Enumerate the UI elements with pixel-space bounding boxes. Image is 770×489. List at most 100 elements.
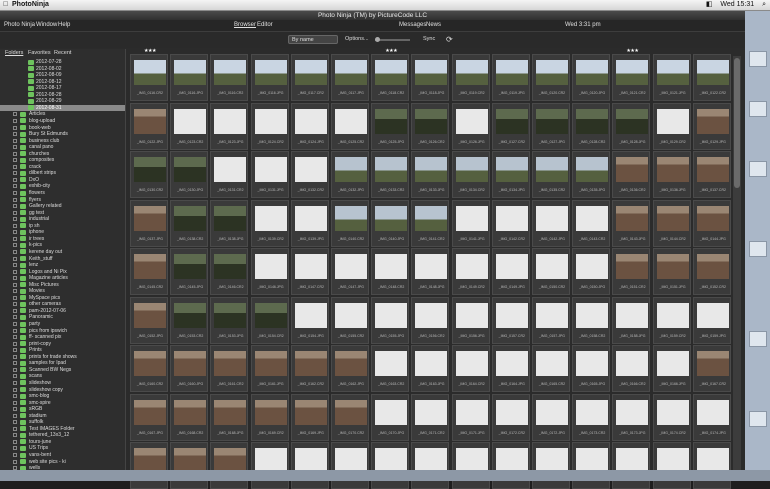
thumbnail-cell[interactable]: _IMG_0159.JPG [692,296,731,344]
thumbnail-cell[interactable]: _IMG_0141.JPG [451,199,490,247]
photo-thumbnail[interactable] [254,157,287,182]
thumbnail-cell[interactable]: _IMG_0129.JPG [692,102,731,150]
thumbnail-cell[interactable]: _IMG_0119.JPG [491,54,530,101]
photo-thumbnail[interactable] [174,60,207,85]
folder-tree-item[interactable]: web site pics - ki [0,459,125,465]
thumbnail-cell[interactable]: _IMG_0165.CR2 [532,345,570,392]
folder-tree-item[interactable]: Prints [0,347,125,353]
photo-thumbnail[interactable] [174,302,207,328]
menu-window[interactable]: Window [36,20,57,31]
photo-thumbnail[interactable] [415,157,448,182]
photo-thumbnail[interactable] [616,254,649,279]
thumbnail-cell[interactable]: _IMG_0170.JPG [371,393,410,441]
thumbnail-cell[interactable]: _IMG_0156.CR2 [411,296,450,344]
disclosure-icon[interactable] [13,407,17,412]
thumbnail-cell[interactable]: _IMG_0174.CR2 [652,393,691,441]
thumbnail-cell[interactable]: _IMG_0153.JPG [210,296,249,344]
thumbnail-cell[interactable]: _IMG_0125.CR2 [331,102,369,150]
photo-thumbnail[interactable] [375,399,408,425]
photo-thumbnail[interactable] [375,254,408,279]
folder-tree-item[interactable]: pics from ipswich [0,328,125,334]
thumbnail-cell[interactable]: _IMG_0159.CR2 [652,296,691,344]
photo-thumbnail[interactable] [214,254,247,279]
thumbnail-cell[interactable] [250,442,289,489]
photo-thumbnail[interactable] [696,399,729,425]
photo-thumbnail[interactable] [134,399,166,425]
photo-thumbnail[interactable] [415,108,448,134]
thumbnail-cell[interactable]: _IMG_0131.JPG [250,151,289,198]
folder-tree-item[interactable]: crack [0,164,125,170]
thumbnail-cell[interactable]: _IMG_0123.JPG [210,102,249,150]
folder-tree-item[interactable]: Logos and Ni Pix [0,269,125,275]
thumbnail-cell[interactable]: _IMG_0162.JPG [331,345,369,392]
thumbnail-cell[interactable]: _IMG_0164.JPG [491,345,530,392]
photo-thumbnail[interactable] [576,157,609,182]
thumbnail-cell[interactable]: _IMG_0167.CR2 [692,345,731,392]
tab-folders[interactable]: Folders [5,49,23,57]
photo-thumbnail[interactable] [616,60,649,85]
scrollbar-thumb[interactable] [734,58,740,188]
thumbnail-cell[interactable]: _IMG_0147.CR2 [290,248,329,295]
photo-thumbnail[interactable] [214,302,247,328]
photo-thumbnail[interactable] [495,302,528,328]
thumbnail-cell[interactable] [210,442,249,489]
thumbnail-cell[interactable]: _IMG_0166.JPG [652,345,691,392]
folder-tree-item[interactable]: Panoramic [0,314,125,320]
photo-thumbnail[interactable] [294,60,327,85]
thumbnail-cell[interactable]: _IMG_0117.CR2 [290,54,329,101]
photo-thumbnail[interactable] [254,254,287,279]
menu-news[interactable]: News [426,20,441,31]
photo-thumbnail[interactable] [335,205,367,231]
rating-stars[interactable]: ★★★ [372,48,410,54]
folder-tree-item[interactable]: Test IMAGES Folder [0,426,125,432]
disclosure-icon[interactable] [13,243,17,248]
sync-button[interactable]: Sync [423,36,435,42]
thumbnail-cell[interactable] [411,442,450,489]
photo-thumbnail[interactable] [174,157,207,182]
thumbnail-cell[interactable]: _IMG_0143.JPG [612,199,651,247]
folder-tree-item[interactable]: suffolk [0,419,125,425]
thumbnail-cell[interactable]: _IMG_0154.JPG [290,296,329,344]
photo-thumbnail[interactable] [335,399,367,425]
folder-tree-item[interactable]: tethered_13x3_12 [0,432,125,438]
thumbnail-cell[interactable]: _IMG_0134.JPG [491,151,530,198]
thumbnail-cell[interactable]: _IMG_0132.CR2 [290,151,329,198]
desktop-icon[interactable] [749,101,767,117]
folder-tree-item[interactable]: flyers [0,197,125,203]
photo-thumbnail[interactable] [455,205,488,231]
disclosure-icon[interactable] [13,433,17,438]
thumbnail-cell[interactable]: _IMG_0125.JPG [371,102,410,150]
thumbnail-cell[interactable] [130,442,168,489]
disclosure-icon[interactable] [13,118,17,123]
rating-stars[interactable]: ★★★ [613,48,651,54]
photo-thumbnail[interactable] [495,205,528,231]
thumbnail-cell[interactable]: _IMG_0160.JPG [170,345,209,392]
menu-clock[interactable]: Wed 15:31 [720,1,754,8]
photo-thumbnail[interactable] [214,399,247,425]
thumbnail-cell[interactable]: _IMG_0145.JPG [170,248,209,295]
menu-photo-ninja[interactable]: Photo Ninja [4,20,35,31]
photo-thumbnail[interactable] [616,205,649,231]
folder-tree-item[interactable]: book-web [0,125,125,131]
photo-thumbnail[interactable] [134,302,166,328]
photo-thumbnail[interactable] [254,351,287,376]
photo-thumbnail[interactable] [696,302,729,328]
thumbnail-cell[interactable]: _IMG_0140.JPG [371,199,410,247]
thumbnail-cell[interactable]: _IMG_0157.JPG [532,296,570,344]
folder-tree-item[interactable]: industrial [0,216,125,222]
photo-thumbnail[interactable] [576,302,609,328]
folder-tree-item[interactable]: Misc Pictures [0,282,125,288]
photo-thumbnail[interactable] [335,60,367,85]
disclosure-icon[interactable] [13,210,17,215]
disclosure-icon[interactable] [13,289,17,294]
disclosure-icon[interactable] [13,145,17,150]
photo-thumbnail[interactable] [696,108,729,134]
photo-thumbnail[interactable] [576,254,609,279]
thumbnail-cell[interactable] [491,442,530,489]
thumbnail-cell[interactable]: _IMG_0116.CR2 ★★★ [130,48,168,101]
photo-thumbnail[interactable] [254,60,287,85]
folder-tree-item[interactable]: Magazine articles [0,275,125,281]
folder-tree-item[interactable]: Movies [0,288,125,294]
thumbnail-cell[interactable]: _IMG_0124.CR2 [250,102,289,150]
thumbnail-cell[interactable]: _IMG_0163.JPG [411,345,450,392]
